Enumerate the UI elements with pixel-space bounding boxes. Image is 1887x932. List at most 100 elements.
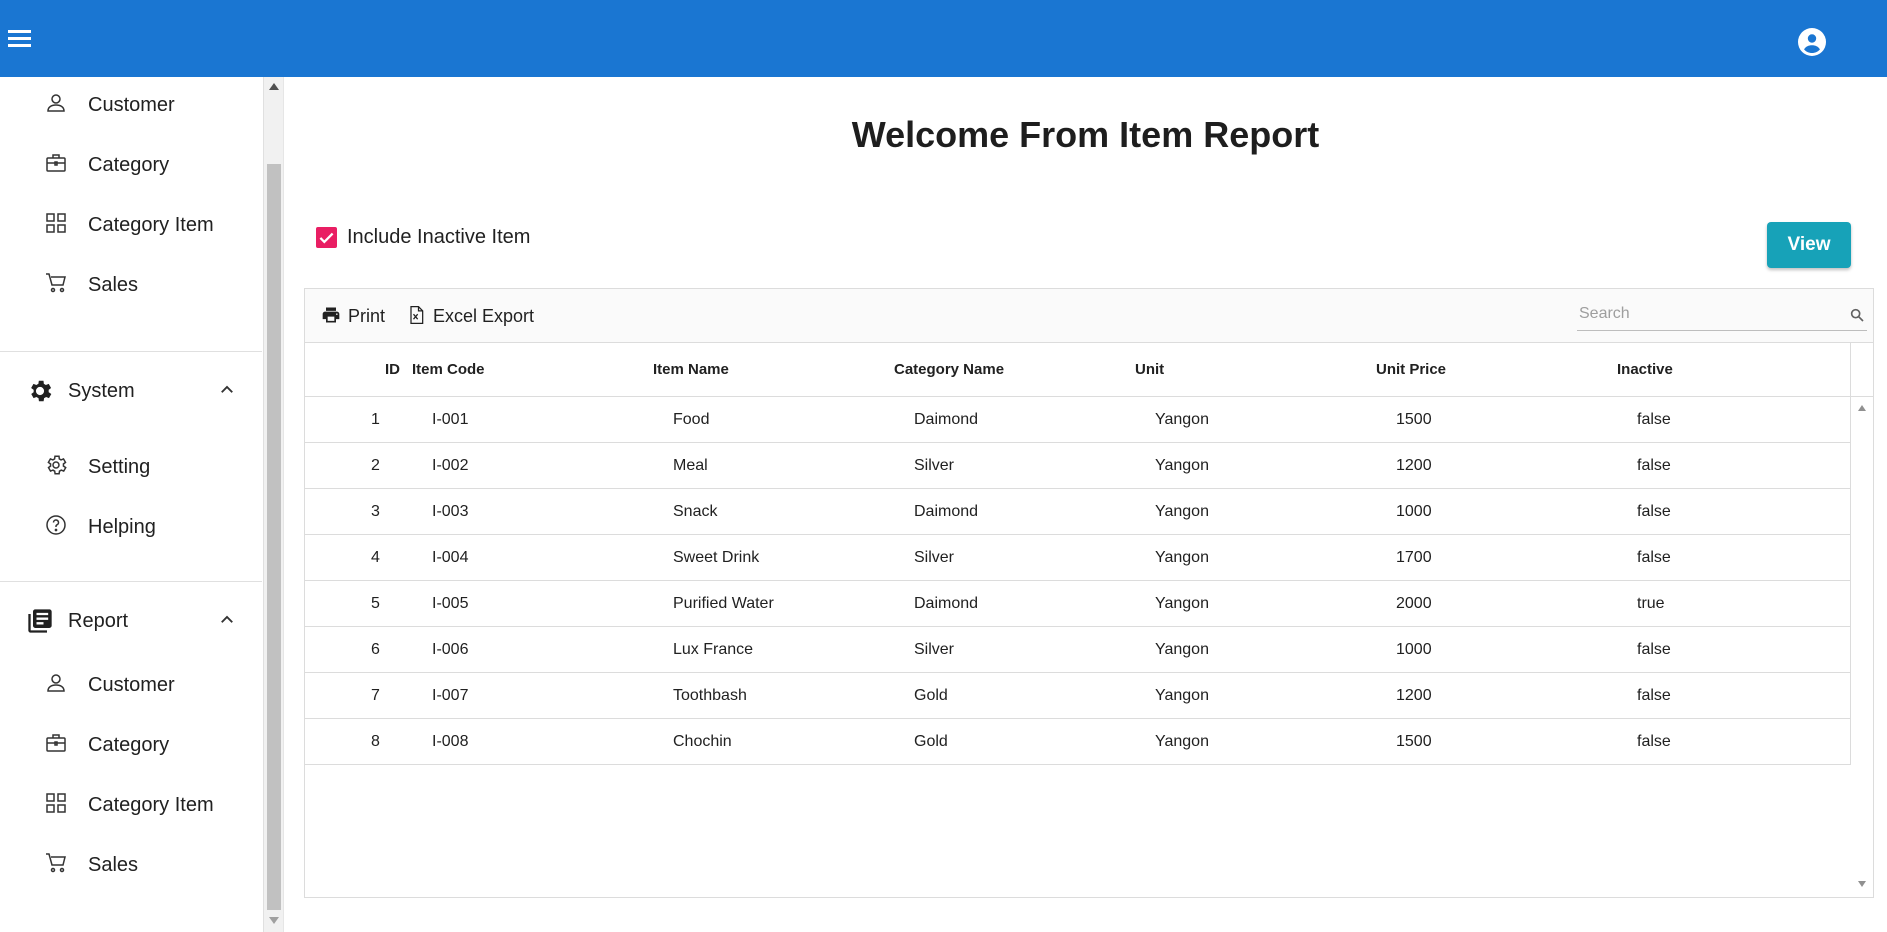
cell-unit: Yangon xyxy=(1155,687,1209,704)
view-button[interactable]: View xyxy=(1767,222,1851,268)
chevron-up-icon[interactable] xyxy=(218,611,236,629)
table-row[interactable]: 1 I-001 Food Daimond Yangon 1500 false xyxy=(305,397,1851,443)
page-title: Welcome From Item Report xyxy=(851,114,1320,155)
cell-id: 5 xyxy=(371,595,380,612)
sidebar-item-label: Helping xyxy=(88,516,156,538)
sidebar-item-helping[interactable]: Helping xyxy=(0,499,262,555)
sidebar-item-setting[interactable]: Setting xyxy=(0,439,262,495)
cell-category-name: Silver xyxy=(914,457,955,474)
excel-file-icon xyxy=(410,306,424,324)
cell-id: 4 xyxy=(371,549,380,566)
cell-inactive: false xyxy=(1637,733,1671,750)
cell-id: 3 xyxy=(371,503,380,520)
sidebar-group-label: Report xyxy=(68,610,129,632)
sidebar-scrollbar[interactable] xyxy=(264,77,284,932)
cart-icon xyxy=(46,273,66,293)
sidebar-item-report-category[interactable]: Category xyxy=(0,717,262,773)
include-inactive-checkbox[interactable] xyxy=(316,227,337,248)
search-input[interactable] xyxy=(1579,302,1829,326)
sidebar-item-customer[interactable]: Customer xyxy=(0,77,262,133)
cell-category-name: Daimond xyxy=(914,411,979,428)
cell-item-code: I-005 xyxy=(432,595,469,612)
cell-unit: Yangon xyxy=(1155,733,1209,750)
cell-unit: Yangon xyxy=(1155,411,1209,428)
hamburger-menu-icon[interactable] xyxy=(8,30,32,52)
table-row[interactable]: 3 I-003 Snack Daimond Yangon 1000 false xyxy=(305,489,1851,535)
scroll-up-arrow-icon[interactable] xyxy=(269,83,279,90)
briefcase-icon xyxy=(46,154,66,172)
table-row[interactable]: 6 I-006 Lux France Silver Yangon 1000 fa… xyxy=(305,627,1851,673)
table-row[interactable]: 5 I-005 Purified Water Daimond Yangon 20… xyxy=(305,581,1851,627)
table-row[interactable]: 8 I-008 Chochin Gold Yangon 1500 false xyxy=(305,719,1851,765)
sidebar-nav: Customer Category Category Item Sales Sy… xyxy=(0,77,264,932)
cell-item-code: I-003 xyxy=(432,503,469,520)
column-header-inactive[interactable]: Inactive xyxy=(1617,361,1673,378)
cell-inactive: true xyxy=(1637,595,1665,612)
chevron-up-icon[interactable] xyxy=(218,381,236,399)
cell-id: 1 xyxy=(371,411,380,428)
sidebar-item-category-item[interactable]: Category Item xyxy=(0,197,262,253)
cell-unit-price: 1700 xyxy=(1396,549,1432,566)
cell-unit-price: 1000 xyxy=(1396,641,1432,658)
print-label: Print xyxy=(348,306,386,326)
cell-item-name: Sweet Drink xyxy=(673,549,760,566)
column-header-unit[interactable]: Unit xyxy=(1135,361,1164,378)
help-icon xyxy=(46,515,66,535)
scroll-up-arrow-icon[interactable] xyxy=(1858,405,1866,411)
scrollbar-thumb[interactable] xyxy=(267,164,281,910)
grid-search xyxy=(1577,299,1867,331)
cell-item-name: Meal xyxy=(673,457,708,474)
cell-inactive: false xyxy=(1637,411,1671,428)
cell-item-name: Chochin xyxy=(673,733,732,750)
cell-unit: Yangon xyxy=(1155,457,1209,474)
sidebar-item-label: Category xyxy=(88,734,170,756)
scroll-down-arrow-icon[interactable] xyxy=(269,917,279,924)
column-header-item-code[interactable]: Item Code xyxy=(412,361,485,378)
sidebar-item-report-sales[interactable]: Sales xyxy=(0,837,262,893)
cell-item-code: I-004 xyxy=(432,549,469,566)
table-row[interactable]: 2 I-002 Meal Silver Yangon 1200 false xyxy=(305,443,1851,489)
table-row[interactable]: 4 I-004 Sweet Drink Silver Yangon 1700 f… xyxy=(305,535,1851,581)
search-icon[interactable] xyxy=(1849,307,1865,323)
sidebar-group-label: System xyxy=(68,380,135,402)
cell-category-name: Daimond xyxy=(914,595,979,612)
table-row[interactable]: 7 I-007 Toothbash Gold Yangon 1200 false xyxy=(305,673,1851,719)
cell-category-name: Gold xyxy=(914,687,948,704)
cell-unit: Yangon xyxy=(1155,549,1209,566)
cell-inactive: false xyxy=(1637,687,1671,704)
account-circle-icon[interactable] xyxy=(1798,28,1826,56)
column-header-unit-price[interactable]: Unit Price xyxy=(1376,361,1446,378)
sidebar-group-report[interactable]: Report xyxy=(0,591,262,651)
print-button[interactable]: Print xyxy=(321,303,391,329)
sidebar-item-label: Sales xyxy=(88,854,139,876)
cell-unit: Yangon xyxy=(1155,641,1209,658)
sidebar-item-category[interactable]: Category xyxy=(0,137,262,193)
cell-category-name: Silver xyxy=(914,641,955,658)
cell-category-name: Silver xyxy=(914,549,955,566)
include-inactive-label[interactable]: Include Inactive Item xyxy=(347,226,530,249)
cell-unit-price: 1500 xyxy=(1396,733,1432,750)
scroll-down-arrow-icon[interactable] xyxy=(1858,881,1866,887)
cell-unit: Yangon xyxy=(1155,503,1209,520)
column-header-id[interactable]: ID xyxy=(385,361,400,378)
sidebar-item-report-category-item[interactable]: Category Item xyxy=(0,777,262,833)
column-header-category-name[interactable]: Category Name xyxy=(894,361,1004,378)
sidebar-group-system[interactable]: System xyxy=(0,361,262,421)
sidebar-item-label: Category xyxy=(88,154,170,176)
cell-item-code: I-008 xyxy=(432,733,469,750)
excel-export-button[interactable]: Excel Export xyxy=(406,303,536,329)
cell-id: 8 xyxy=(371,733,380,750)
gear-icon xyxy=(31,380,52,402)
cell-category-name: Daimond xyxy=(914,503,979,520)
grid-header-row: ID Item Code Item Name Category Name Uni… xyxy=(305,343,1851,397)
column-header-item-name[interactable]: Item Name xyxy=(653,361,729,378)
cell-unit-price: 1200 xyxy=(1396,457,1432,474)
sidebar-item-label: Category Item xyxy=(88,214,214,236)
sidebar-item-report-customer[interactable]: Customer xyxy=(0,657,262,713)
cell-item-code: I-007 xyxy=(432,687,469,704)
grid-scrollbar[interactable] xyxy=(1851,397,1873,897)
cell-item-code: I-006 xyxy=(432,641,469,658)
cell-unit-price: 2000 xyxy=(1396,595,1432,612)
cell-id: 2 xyxy=(371,457,380,474)
sidebar-item-sales[interactable]: Sales xyxy=(0,257,262,313)
